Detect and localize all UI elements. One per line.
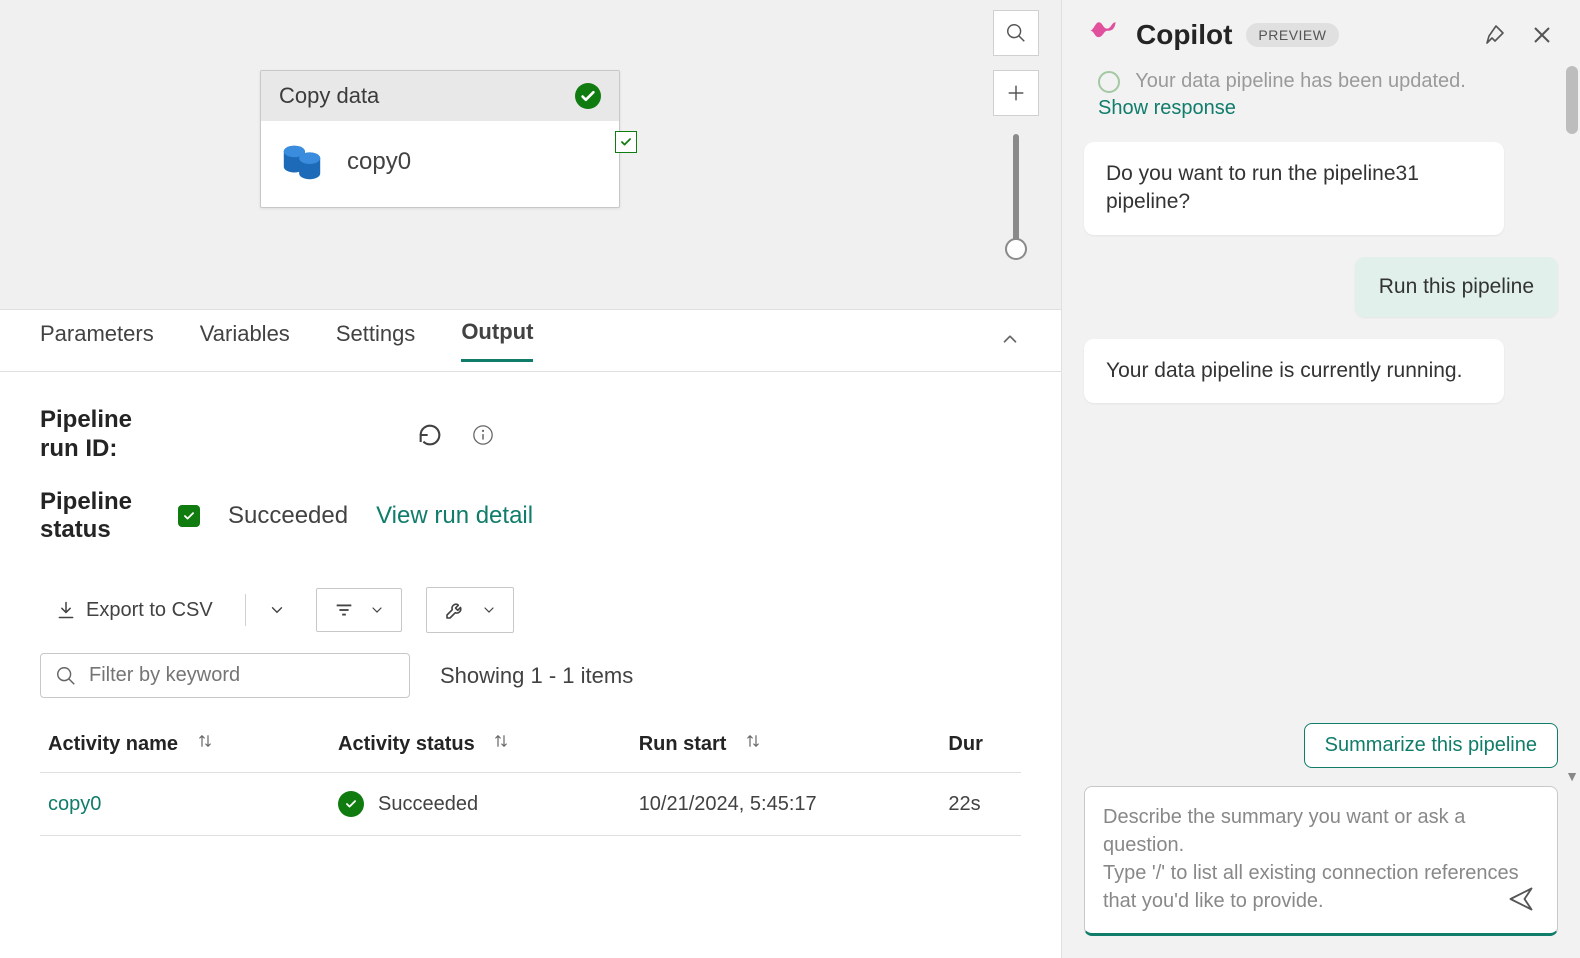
tab-output[interactable]: Output [461,319,533,362]
refresh-icon [416,421,444,449]
scrollbar-thumb[interactable] [1566,66,1578,134]
run-id-row: Pipeline run ID: [40,406,1021,464]
download-icon [56,600,76,620]
pipeline-canvas[interactable]: Copy data copy0 [0,0,1061,310]
tab-settings[interactable]: Settings [336,321,416,361]
separator [245,594,246,626]
info-icon [472,424,494,446]
col-activity-status[interactable]: Activity status [330,716,631,773]
showing-count: Showing 1 - 1 items [440,663,633,689]
chevron-down-icon [369,602,385,618]
canvas-tools [993,10,1039,254]
database-icon [279,139,325,185]
chevron-down-icon [268,601,286,619]
plus-icon [1005,82,1027,104]
cell-duration: 22s [940,773,1021,836]
wrench-icon [443,598,467,622]
preview-badge: PREVIEW [1246,23,1338,47]
copilot-logo-icon [1088,18,1122,52]
col-duration[interactable]: Dur [940,716,1021,773]
status-badge [178,505,200,527]
activity-title: Copy data [279,83,379,109]
refresh-button[interactable] [416,421,444,449]
success-icon [338,791,364,817]
main-panel: Copy data copy0 [0,0,1062,958]
activity-success-badge [615,131,637,153]
send-button[interactable] [1507,885,1535,913]
check-icon [1098,71,1120,93]
activity-node[interactable]: Copy data copy0 [260,70,620,208]
add-button[interactable] [993,70,1039,116]
tab-parameters[interactable]: Parameters [40,321,154,361]
col-run-start[interactable]: Run start [631,716,941,773]
success-icon [575,83,601,109]
assistant-message: Do you want to run the pipeline31 pipeli… [1084,142,1504,235]
chevron-up-icon [999,328,1021,350]
close-icon [1530,23,1554,47]
assistant-message: Your data pipeline is currently running. [1084,339,1504,403]
chevron-down-icon [481,602,497,618]
filter-input[interactable] [89,664,395,687]
status-row: Pipeline status Succeeded View run detai… [40,488,1021,546]
scrollbar[interactable]: ▼ [1566,66,1578,782]
activity-name-label: copy0 [347,148,411,176]
filter-icon [333,599,355,621]
copilot-panel: Copilot PREVIEW ▼ Your data pipeline has… [1062,0,1580,958]
send-icon [1507,885,1535,913]
output-body: Pipeline run ID: Pipeline status Succeed… [0,372,1061,958]
suggestion-row: Summarize this pipeline [1084,709,1558,782]
close-button[interactable] [1530,23,1554,47]
filter-row: Showing 1 - 1 items [40,653,1021,698]
run-id-label: Pipeline run ID: [40,406,150,464]
copilot-header: Copilot PREVIEW [1062,0,1580,66]
clear-button[interactable] [1482,23,1506,47]
filter-input-wrap[interactable] [40,653,410,698]
info-button[interactable] [472,424,494,446]
scroll-down-icon[interactable]: ▼ [1565,768,1579,782]
detail-panel: Parameters Variables Settings Output Pip… [0,310,1061,958]
check-icon [182,509,196,523]
tab-variables[interactable]: Variables [200,321,290,361]
export-csv-dropdown[interactable] [262,591,292,629]
cell-run-start: 10/21/2024, 5:45:17 [631,773,941,836]
cell-activity-name[interactable]: copy0 [40,773,330,836]
zoom-thumb[interactable] [1005,238,1027,260]
copilot-actions [1482,23,1554,47]
composer[interactable]: Describe the summary you want or ask a q… [1084,786,1558,936]
collapse-panel-button[interactable] [999,328,1021,350]
sort-icon [744,732,762,750]
settings-dropdown-button[interactable] [426,587,514,633]
composer-placeholder: Describe the summary you want or ask a q… [1103,806,1519,912]
activity-header: Copy data [261,71,619,121]
status-label: Pipeline status [40,488,150,546]
broom-icon [1482,23,1506,47]
export-csv-label: Export to CSV [86,599,213,622]
sort-icon [196,732,214,750]
sort-icon [492,732,510,750]
search-button[interactable] [993,10,1039,56]
table-row[interactable]: copy0 Succeeded 10/21/2024, 5:45:17 22s [40,773,1021,836]
copilot-title: Copilot [1136,19,1232,51]
suggestion-chip[interactable]: Summarize this pipeline [1304,723,1558,768]
show-response-link[interactable]: Show response [1098,97,1544,120]
partial-message: Your data pipeline has been updated. Sho… [1084,70,1558,120]
tabs-bar: Parameters Variables Settings Output [0,310,1061,372]
copilot-body: ▼ Your data pipeline has been updated. S… [1062,66,1580,782]
status-text: Succeeded [228,502,348,530]
filter-columns-button[interactable] [316,588,402,632]
export-csv-button[interactable]: Export to CSV [40,589,229,632]
col-activity-name[interactable]: Activity name [40,716,330,773]
view-run-detail-link[interactable]: View run detail [376,502,533,530]
activity-body: copy0 [261,121,619,207]
output-toolbar: Export to CSV [40,587,1021,633]
user-action-message: Run this pipeline [1355,257,1558,317]
search-icon [55,665,77,687]
cell-activity-status: Succeeded [330,773,631,836]
output-table: Activity name Activity status Run start [40,716,1021,836]
search-icon [1005,22,1027,44]
zoom-slider[interactable] [1013,134,1019,254]
